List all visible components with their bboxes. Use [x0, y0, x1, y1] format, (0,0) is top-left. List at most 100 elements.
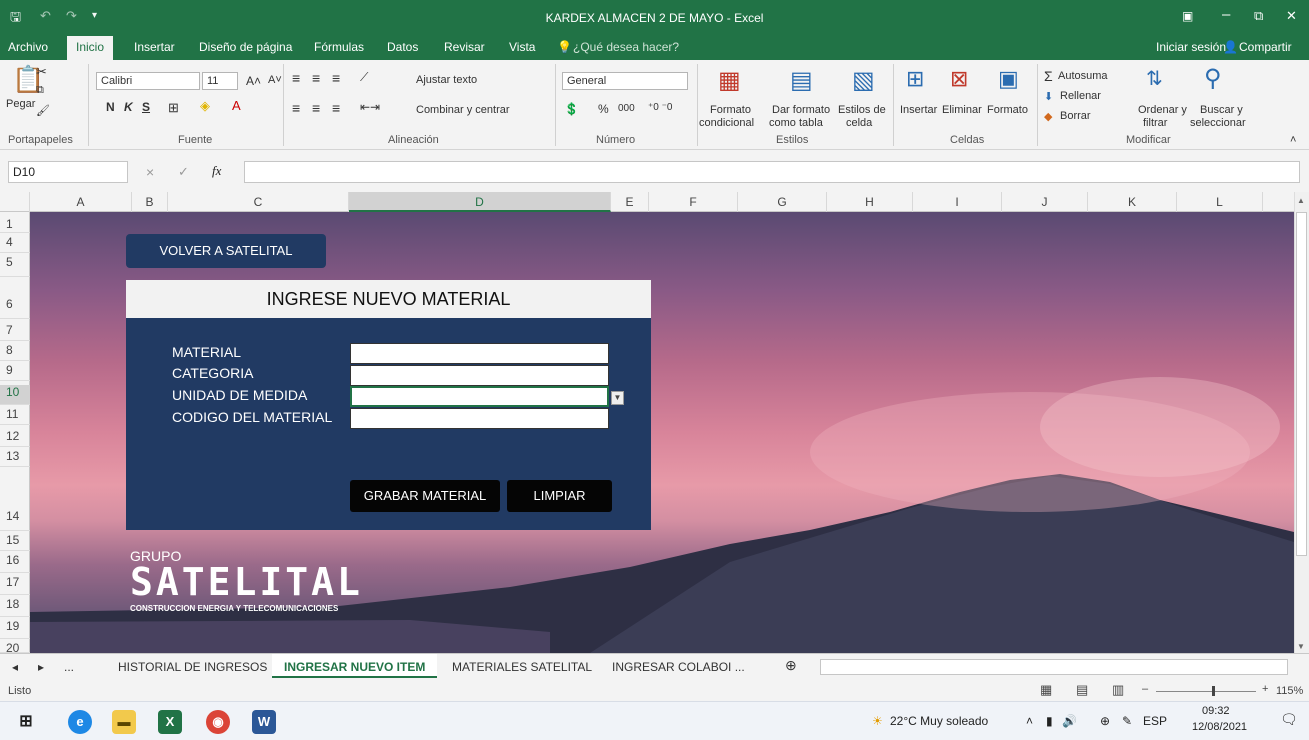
minimize-button[interactable]: –: [1222, 6, 1230, 23]
zoom-slider[interactable]: [1156, 691, 1256, 692]
name-box[interactable]: D10: [8, 161, 128, 183]
volume-icon[interactable]: 🔊: [1062, 714, 1077, 728]
cell-styles-icon[interactable]: ▧: [852, 66, 875, 95]
unit-dropdown-arrow-icon[interactable]: ▼: [611, 391, 624, 405]
underline-button[interactable]: S: [142, 100, 150, 114]
back-to-satelital-button[interactable]: VOLVER A SATELITAL: [126, 234, 326, 268]
material-code-input[interactable]: [350, 408, 609, 429]
cell-styles-label2[interactable]: celda: [846, 117, 872, 129]
row-header[interactable]: 9: [0, 363, 30, 381]
row-header[interactable]: 5: [0, 255, 30, 277]
column-header[interactable]: G: [738, 192, 827, 212]
row-header[interactable]: 6: [0, 297, 30, 319]
horizontal-scrollbar[interactable]: [820, 659, 1288, 675]
find-select-icon[interactable]: ⚲: [1204, 64, 1222, 93]
clear-button[interactable]: Borrar: [1060, 110, 1091, 122]
column-header[interactable]: K: [1088, 192, 1177, 212]
conditional-format-label1[interactable]: Formato: [710, 104, 751, 116]
clock-time[interactable]: 09:32: [1202, 705, 1230, 717]
font-name-box[interactable]: Calibri: [96, 72, 200, 90]
scroll-down-icon[interactable]: ▼: [1297, 642, 1305, 651]
fill-icon[interactable]: ⬇: [1044, 90, 1053, 103]
align-top-icon[interactable]: ≡: [292, 70, 300, 86]
tab-datos[interactable]: Datos: [387, 40, 418, 54]
category-input[interactable]: [350, 365, 609, 386]
grow-font-icon[interactable]: A˄: [246, 74, 261, 88]
tab-vista[interactable]: Vista: [509, 40, 535, 54]
row-header[interactable]: 10: [0, 385, 30, 405]
align-middle-icon[interactable]: ≡: [312, 70, 320, 86]
merge-center-button[interactable]: Combinar y centrar: [416, 104, 510, 116]
column-header[interactable]: D: [349, 192, 611, 212]
insert-cells-button[interactable]: Insertar: [900, 104, 937, 116]
zoom-slider-thumb[interactable]: [1212, 686, 1215, 696]
unit-select[interactable]: [350, 386, 609, 407]
tab-ingresar-colaboradores[interactable]: INGRESAR COLABOI ...: [612, 660, 745, 674]
find-select-label2[interactable]: seleccionar: [1190, 117, 1246, 129]
format-cells-button[interactable]: Formato: [987, 104, 1028, 116]
align-left-icon[interactable]: ≡: [292, 100, 300, 116]
page-layout-view-icon[interactable]: ▤: [1076, 682, 1088, 698]
conditional-format-label2[interactable]: condicional: [699, 117, 754, 129]
weather-text[interactable]: 22°C Muy soleado: [890, 714, 988, 728]
row-header[interactable]: 1: [0, 217, 30, 233]
tell-me-search[interactable]: ¿Qué desea hacer?: [573, 40, 679, 54]
share-button[interactable]: Compartir: [1239, 40, 1292, 54]
insert-function-icon[interactable]: fx: [212, 163, 221, 179]
chrome-browser-icon[interactable]: ◉: [206, 710, 230, 734]
row-header[interactable]: 20: [0, 641, 30, 655]
excel-app-icon[interactable]: X: [158, 710, 182, 734]
tab-scroll-right-icon[interactable]: ▸: [38, 660, 44, 674]
row-header[interactable]: 4: [0, 235, 30, 253]
wrap-text-button[interactable]: Ajustar texto: [416, 74, 477, 86]
row-header[interactable]: 18: [0, 597, 30, 617]
scroll-up-icon[interactable]: ▲: [1297, 196, 1305, 205]
row-header[interactable]: 17: [0, 575, 30, 595]
currency-icon[interactable]: 💲: [564, 102, 579, 116]
column-header[interactable]: I: [913, 192, 1002, 212]
enter-icon[interactable]: ✓: [178, 164, 189, 180]
formula-input[interactable]: [244, 161, 1300, 183]
cut-icon[interactable]: ✂: [36, 64, 47, 80]
row-header[interactable]: 7: [0, 323, 30, 341]
sort-filter-label2[interactable]: filtrar: [1143, 117, 1167, 129]
weather-icon[interactable]: ☀: [872, 714, 883, 728]
tab-scroll-left-icon[interactable]: ◂: [12, 660, 18, 674]
pen-icon[interactable]: ✎: [1122, 714, 1132, 728]
sort-filter-icon[interactable]: ⇅: [1146, 66, 1163, 91]
material-input[interactable]: [350, 343, 609, 364]
decimal-icon[interactable]: ⁺0 ⁻0: [648, 102, 672, 113]
row-header[interactable]: 11: [0, 407, 30, 425]
fill-button[interactable]: Rellenar: [1060, 90, 1101, 102]
font-size-box[interactable]: 11: [202, 72, 238, 90]
file-explorer-icon[interactable]: ▬: [112, 710, 136, 734]
row-header[interactable]: 8: [0, 343, 30, 361]
vertical-scroll-thumb[interactable]: [1296, 212, 1307, 556]
format-cells-icon[interactable]: ▣: [998, 66, 1019, 92]
battery-icon[interactable]: ▮: [1046, 714, 1053, 728]
edge-browser-icon[interactable]: e: [68, 710, 92, 734]
fill-color-icon[interactable]: ◈: [200, 98, 210, 114]
orientation-icon[interactable]: ⟋: [360, 70, 368, 85]
tray-expand-icon[interactable]: ˄: [1026, 714, 1033, 728]
row-header[interactable]: 12: [0, 429, 30, 447]
clear-form-button[interactable]: LIMPIAR: [507, 480, 612, 512]
shrink-font-icon[interactable]: A˅: [268, 74, 282, 86]
cancel-icon[interactable]: ×: [146, 164, 154, 180]
select-all-corner[interactable]: [0, 192, 30, 212]
tab-archivo[interactable]: Archivo: [8, 40, 48, 54]
thousands-button[interactable]: 000: [618, 103, 635, 114]
cell-styles-label1[interactable]: Estilos de: [838, 104, 886, 116]
align-center-icon[interactable]: ≡: [312, 100, 320, 116]
restore-button[interactable]: ⧉: [1254, 8, 1263, 24]
eraser-icon[interactable]: ◆: [1044, 110, 1052, 123]
italic-button[interactable]: K: [124, 100, 133, 114]
more-tabs-button[interactable]: ...: [64, 660, 74, 674]
delete-cells-icon[interactable]: ⊠: [950, 66, 968, 92]
paste-button[interactable]: Pegar: [6, 98, 35, 110]
align-right-icon[interactable]: ≡: [332, 100, 340, 116]
row-header[interactable]: 19: [0, 619, 30, 639]
row-header[interactable]: 13: [0, 449, 30, 467]
column-header[interactable]: C: [168, 192, 349, 212]
close-button[interactable]: ✕: [1286, 8, 1297, 24]
